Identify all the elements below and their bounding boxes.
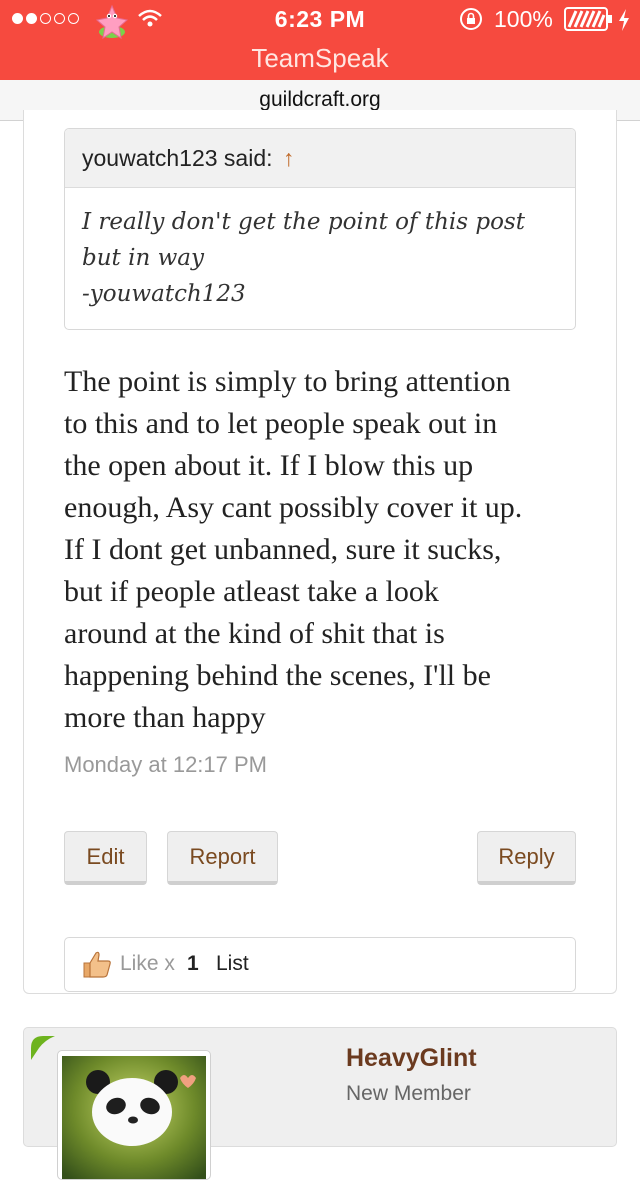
quote-header: youwatch123 said: ↑ — [65, 129, 575, 188]
edit-button[interactable]: Edit — [64, 831, 147, 885]
next-post-username[interactable]: HeavyGlint — [346, 1044, 477, 1073]
reply-button[interactable]: Reply — [477, 831, 576, 885]
post-line: If I dont get unbanned, sure it sucks, — [64, 533, 502, 566]
next-post-user-title: New Member — [346, 1082, 471, 1105]
avatar[interactable] — [62, 1056, 206, 1180]
quote-line: but in way — [82, 245, 204, 271]
likes-summary: Like x 1 List — [64, 937, 576, 992]
post-line: around at the kind of shit that is — [64, 617, 445, 650]
report-button[interactable]: Report — [167, 831, 278, 885]
quote-line: -youwatch123 — [82, 281, 246, 307]
bolt-icon — [619, 9, 629, 31]
user-avatar-frame[interactable] — [57, 1050, 211, 1180]
status-bar: 6:23 PM 100% TeamSpeak — [0, 0, 640, 80]
battery-icon — [564, 7, 612, 31]
online-indicator-icon — [31, 1036, 55, 1060]
post-line: to this and to let people speak out in — [64, 407, 498, 440]
thumbs-up-icon — [83, 951, 111, 978]
quote-author[interactable]: youwatch123 said: — [82, 145, 273, 171]
post-line: The point is simply to bring attention — [64, 365, 511, 398]
post-timestamp[interactable]: Monday at 12:17 PM — [64, 752, 267, 778]
like-label: Like x — [120, 952, 175, 975]
quote-line: I really don't get the point of this pos… — [82, 209, 525, 235]
likes-list-link[interactable]: List — [216, 952, 249, 976]
post-line: the open about it. If I blow this up — [64, 449, 474, 482]
rotation-lock-icon — [460, 8, 482, 30]
battery-percent: 100% — [494, 6, 553, 32]
app-name: TeamSpeak — [251, 43, 389, 73]
post-line: more than happy — [64, 701, 266, 734]
post-line: happening behind the scenes, I'll be — [64, 659, 491, 692]
post-body: The point is simply to bring attention t… — [64, 361, 584, 739]
quote-text: I really don't get the point of this pos… — [65, 188, 575, 312]
like-count: 1 — [187, 952, 199, 975]
next-post: HeavyGlint New Member — [23, 1027, 617, 1180]
post-line: but if people atleast take a look — [64, 575, 439, 608]
quote-box: youwatch123 said: ↑ I really don't get t… — [64, 128, 576, 330]
post-line: enough, Asy cant possibly cover it up. — [64, 491, 523, 524]
quote-jump-arrow-icon[interactable]: ↑ — [283, 145, 295, 171]
